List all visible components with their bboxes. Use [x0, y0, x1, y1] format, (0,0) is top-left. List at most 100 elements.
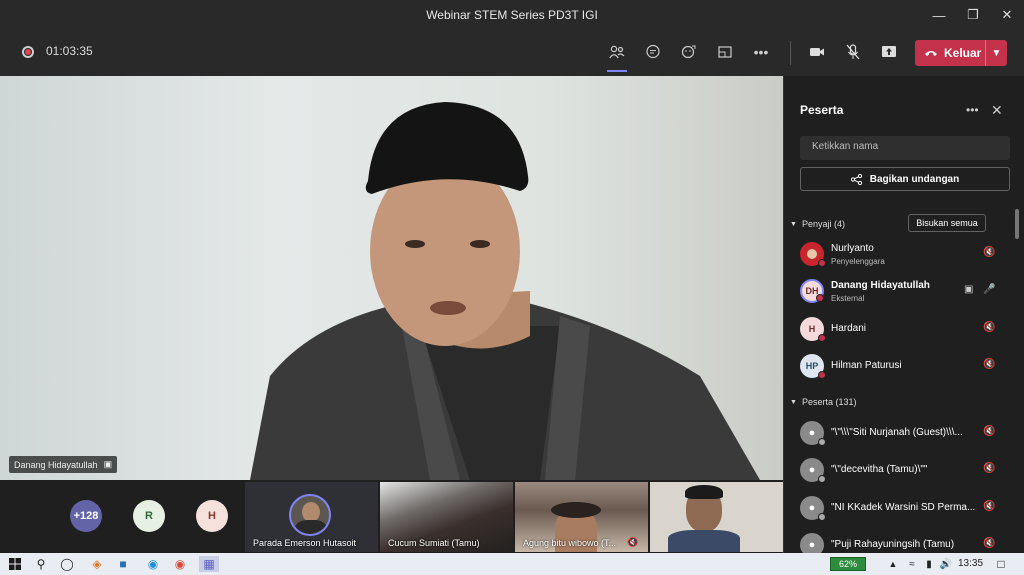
mic-muted-icon[interactable]	[839, 38, 867, 66]
speaker-name-tag: Danang Hidayatullah ▣	[9, 456, 118, 473]
title-bar: Webinar STEM Series PD3T IGI — ❐ ✕	[0, 0, 1024, 30]
battery-indicator[interactable]: 62%	[830, 557, 866, 571]
chat-icon[interactable]	[639, 38, 667, 66]
participant-avatar[interactable]: R	[133, 500, 165, 532]
avatar-initials: HP	[805, 361, 819, 371]
attendees-header: Peserta (131)	[801, 397, 857, 407]
wifi-icon[interactable]: ≈	[904, 556, 920, 572]
invite-label: Bagikan undangan	[869, 173, 960, 185]
participant-name: Agung bitu wibowo (T...	[523, 538, 617, 548]
avatar	[800, 242, 826, 267]
attendees-section-toggle[interactable]: ▼ Peserta (131)	[790, 397, 856, 407]
paint-icon[interactable]: ◈	[89, 556, 105, 572]
chevron-up-icon[interactable]: ▲	[885, 556, 901, 572]
participant-row[interactable]: Nurlyanto Penyelenggara 🔇	[800, 238, 1010, 268]
participant-row[interactable]: HP Hilman Paturusi 🔇	[800, 350, 1010, 380]
file-explorer-icon[interactable]: ■	[115, 556, 131, 572]
notification-icon[interactable]: □	[993, 556, 1009, 572]
close-window-icon[interactable]: ✕	[990, 0, 1024, 30]
screen-share-icon: ▣	[964, 284, 974, 295]
minimize-icon[interactable]: —	[922, 0, 956, 30]
window-controls: — ❐ ✕	[922, 0, 1024, 30]
mic-muted-icon: 🔇	[983, 501, 996, 512]
search-input[interactable]: Ketikkan nama	[800, 136, 1010, 160]
meeting-timer: 01:03:35	[46, 44, 93, 58]
participant-name: "Puji Rahayuningsih (Tamu)	[831, 539, 955, 550]
mute-all-button[interactable]: Bisukan semua	[908, 214, 986, 232]
participant-row[interactable]: ● "\"\\\"Siti Nurjanah (Guest)\\\... 🔇	[800, 417, 1010, 447]
taskbar: ⚲ ◯ ◈ ■ ◉ ◉ ▦ 62% ▲ ≈ ▮ 🔊 13:35 □	[0, 553, 1024, 575]
participant-row[interactable]: ● "NI KKadek Warsini SD Perma... 🔇	[800, 492, 1010, 522]
mic-muted-icon: 🔇	[983, 426, 996, 437]
presenters-header: Penyaji (4)	[801, 219, 845, 229]
participant-role: Eksternal	[831, 294, 865, 303]
search-icon[interactable]: ⚲	[33, 556, 49, 572]
teams-icon[interactable]: ▦	[199, 556, 219, 572]
user-icon: ●	[800, 421, 826, 446]
participant-name: "\"\\\"Siti Nurjanah (Guest)\\\...	[831, 427, 963, 438]
mic-muted-icon: 🔇	[983, 247, 996, 258]
main-video-stage: Danang Hidayatullah ▣	[0, 76, 783, 480]
edge-icon[interactable]: ◉	[145, 556, 161, 572]
participant-name: "\"decevitha (Tamu)\""	[831, 464, 928, 475]
task-view-icon[interactable]: ◯	[59, 556, 75, 572]
leave-label: Keluar	[944, 46, 982, 60]
participant-name: Danang Hidayatullah	[831, 280, 930, 291]
participants-icon[interactable]	[603, 38, 631, 72]
leave-button[interactable]: Keluar ▼	[915, 40, 1007, 66]
participant-role: Penyelenggara	[831, 257, 885, 266]
panel-scrollbar[interactable]	[1015, 209, 1019, 239]
share-icon	[850, 173, 862, 185]
toolbar-divider	[790, 41, 791, 65]
close-icon[interactable]: ✕	[991, 102, 1003, 119]
battery-icon[interactable]: ▮	[921, 556, 937, 572]
mic-muted-icon: 🔇	[983, 359, 996, 370]
participant-tile[interactable]: Parada Emerson Hutasoit	[245, 482, 378, 552]
breakout-rooms-icon[interactable]	[711, 38, 739, 66]
phone-hangup-icon	[925, 51, 937, 56]
presenters-section-toggle[interactable]: ▼ Penyaji (4)	[790, 219, 845, 229]
restore-icon[interactable]: ❐	[956, 0, 990, 30]
mic-muted-icon: 🔇	[627, 537, 639, 547]
camera-icon[interactable]	[803, 38, 831, 66]
user-icon: ●	[800, 458, 826, 483]
participant-name: Cucum Sumiati (Tamu)	[388, 538, 480, 548]
overflow-participants-button[interactable]: +128	[70, 500, 102, 532]
participant-tile[interactable]: Cucum Sumiati (Tamu)	[380, 482, 513, 552]
reactions-icon[interactable]	[675, 38, 703, 66]
participant-tile[interactable]: Agung bitu wibowo (T... 🔇	[515, 482, 648, 552]
avatar-initials: H	[808, 324, 816, 334]
user-icon: ●	[800, 496, 826, 521]
leave-options-chevron-icon[interactable]: ▼	[985, 40, 1007, 66]
caret-down-icon: ▼	[790, 398, 797, 406]
clock[interactable]: 13:35	[958, 558, 983, 569]
avatar: DH	[800, 279, 824, 303]
participant-avatar[interactable]: H	[196, 500, 228, 532]
participant-row[interactable]: DH Danang Hidayatullah Eksternal ▣ 🎤	[800, 275, 1010, 305]
more-options-icon[interactable]: •••	[966, 103, 979, 117]
speaker-name: Danang Hidayatullah	[14, 459, 98, 470]
avatar: H	[800, 317, 826, 342]
avatar: HP	[800, 354, 826, 379]
window-title: Webinar STEM Series PD3T IGI	[426, 8, 598, 22]
mic-muted-icon: 🔇	[983, 322, 996, 333]
participant-name: Hilman Paturusi	[831, 360, 902, 371]
participant-row[interactable]: ● "\"decevitha (Tamu)\"" 🔇	[800, 454, 1010, 484]
participant-name: Hardani	[831, 323, 867, 334]
participant-name: Nurlyanto	[831, 243, 874, 254]
share-screen-icon[interactable]	[875, 38, 903, 66]
more-actions-icon[interactable]: •••	[747, 38, 775, 66]
share-invite-button[interactable]: Bagikan undangan	[800, 167, 1010, 191]
mic-muted-icon: 🔇	[983, 463, 996, 474]
participant-row[interactable]: ● "Puji Rahayuningsih (Tamu) 🔇	[800, 529, 1010, 557]
speaker-video	[250, 102, 760, 480]
mic-on-icon: 🎤	[983, 284, 996, 295]
participant-name: "NI KKadek Warsini SD Perma...	[831, 502, 976, 513]
participant-row[interactable]: H Hardani 🔇	[800, 313, 1010, 343]
windows-start-icon[interactable]	[7, 556, 23, 572]
avatar	[289, 494, 331, 536]
chrome-icon[interactable]: ◉	[172, 556, 188, 572]
caret-down-icon: ▼	[790, 220, 797, 228]
participant-tile[interactable]	[650, 482, 783, 552]
volume-icon[interactable]: 🔊	[938, 556, 954, 572]
